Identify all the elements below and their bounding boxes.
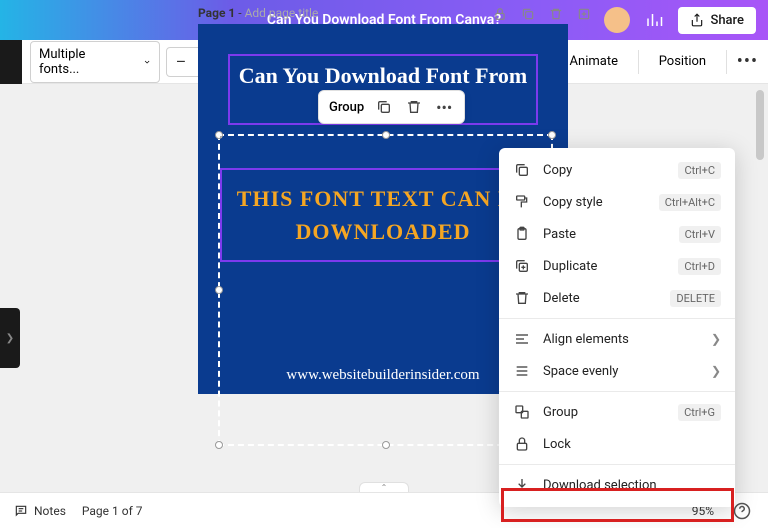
cm-paste-label: Paste xyxy=(543,227,667,242)
cm-group[interactable]: Group Ctrl+G xyxy=(499,396,735,428)
space-icon xyxy=(513,362,531,380)
resize-handle-bl[interactable] xyxy=(215,441,223,449)
side-panel-collapsed[interactable] xyxy=(0,40,22,84)
cm-copy-style-shortcut: Ctrl+Alt+C xyxy=(659,194,721,211)
cm-copy[interactable]: Copy Ctrl+C xyxy=(499,154,735,186)
notes-label: Notes xyxy=(34,504,66,518)
expand-sidebar-handle[interactable]: ❯ xyxy=(0,308,20,368)
font-family-select[interactable]: Multiple fonts... xyxy=(30,41,160,83)
cm-group-shortcut: Ctrl+G xyxy=(678,404,721,421)
cm-lock[interactable]: Lock xyxy=(499,428,735,460)
page-counter[interactable]: Page 1 of 7 xyxy=(82,504,143,518)
add-page-icon[interactable] xyxy=(574,4,594,24)
page-title-hint[interactable]: Add page title xyxy=(245,6,319,20)
cm-align[interactable]: Align elements ❯ xyxy=(499,323,735,355)
cm-delete[interactable]: Delete DELETE xyxy=(499,282,735,314)
cm-paste-shortcut: Ctrl+V xyxy=(679,226,721,243)
lock-page-icon[interactable] xyxy=(490,4,510,24)
lock-icon xyxy=(513,435,531,453)
user-avatar[interactable] xyxy=(604,7,630,33)
resize-handle-bc[interactable] xyxy=(382,441,390,449)
separator xyxy=(638,50,639,74)
resize-handle-tr[interactable] xyxy=(548,131,556,139)
page-label: Page 1 - Add page title xyxy=(198,6,318,20)
separator xyxy=(499,391,735,392)
cm-paste[interactable]: Paste Ctrl+V xyxy=(499,218,735,250)
cm-download-label: Download selection xyxy=(543,478,721,493)
cm-copy-shortcut: Ctrl+C xyxy=(678,162,721,179)
more-options-button[interactable]: ••• xyxy=(737,47,758,77)
analytics-icon[interactable] xyxy=(640,6,668,34)
more-icon[interactable]: ••• xyxy=(434,97,454,117)
resize-handle-ml[interactable] xyxy=(215,286,223,294)
cm-space[interactable]: Space evenly ❯ xyxy=(499,355,735,387)
share-label: Share xyxy=(710,13,744,28)
duplicate-page-icon[interactable] xyxy=(518,4,538,24)
trash-icon xyxy=(513,289,531,307)
duplicate-icon xyxy=(513,257,531,275)
notes-button[interactable]: Notes xyxy=(14,504,66,518)
cm-lock-label: Lock xyxy=(543,437,721,452)
cm-duplicate[interactable]: Duplicate Ctrl+D xyxy=(499,250,735,282)
chevron-right-icon: ❯ xyxy=(711,364,721,378)
group-icon xyxy=(513,403,531,421)
pages-expand-handle[interactable]: ⌃ xyxy=(359,482,409,492)
cm-duplicate-label: Duplicate xyxy=(543,259,666,274)
separator xyxy=(499,318,735,319)
delete-page-icon[interactable] xyxy=(546,4,566,24)
cm-group-label: Group xyxy=(543,405,666,420)
cm-space-label: Space evenly xyxy=(543,364,699,379)
font-size-decrease[interactable]: – xyxy=(167,48,195,76)
separator xyxy=(726,50,727,74)
cm-align-label: Align elements xyxy=(543,332,699,347)
duplicate-icon[interactable] xyxy=(374,97,394,117)
cm-copy-style-label: Copy style xyxy=(543,195,647,210)
chevron-down-icon xyxy=(143,57,151,67)
position-button[interactable]: Position xyxy=(649,48,716,75)
cm-delete-shortcut: DELETE xyxy=(670,290,721,307)
animate-label: Animate xyxy=(570,54,618,69)
cm-download-selection[interactable]: Download selection xyxy=(499,469,735,501)
header-right: Share xyxy=(604,6,756,34)
context-menu: Copy Ctrl+C Copy style Ctrl+Alt+C Paste … xyxy=(499,148,735,507)
font-select-value: Multiple fonts... xyxy=(39,47,113,77)
clipboard-icon xyxy=(513,225,531,243)
group-button[interactable]: Group xyxy=(329,100,364,115)
separator xyxy=(499,464,735,465)
scroll-thumb[interactable] xyxy=(756,90,764,160)
cm-copy-style[interactable]: Copy style Ctrl+Alt+C xyxy=(499,186,735,218)
page-number: Page 1 xyxy=(198,6,235,20)
trash-icon[interactable] xyxy=(404,97,424,117)
paint-roller-icon xyxy=(513,193,531,211)
share-button[interactable]: Share xyxy=(678,7,756,34)
resize-handle-tl[interactable] xyxy=(215,131,223,139)
download-icon xyxy=(513,476,531,494)
copy-icon xyxy=(513,161,531,179)
cm-copy-label: Copy xyxy=(543,163,666,178)
selection-toolbar: Group ••• xyxy=(318,90,465,124)
notes-icon xyxy=(14,504,28,518)
chevron-right-icon: ❯ xyxy=(711,332,721,346)
cm-delete-label: Delete xyxy=(543,291,658,306)
resize-handle-tc[interactable] xyxy=(382,131,390,139)
align-icon xyxy=(513,330,531,348)
cm-duplicate-shortcut: Ctrl+D xyxy=(678,258,721,275)
vertical-scrollbar[interactable] xyxy=(754,90,766,488)
page-actions xyxy=(490,4,594,24)
